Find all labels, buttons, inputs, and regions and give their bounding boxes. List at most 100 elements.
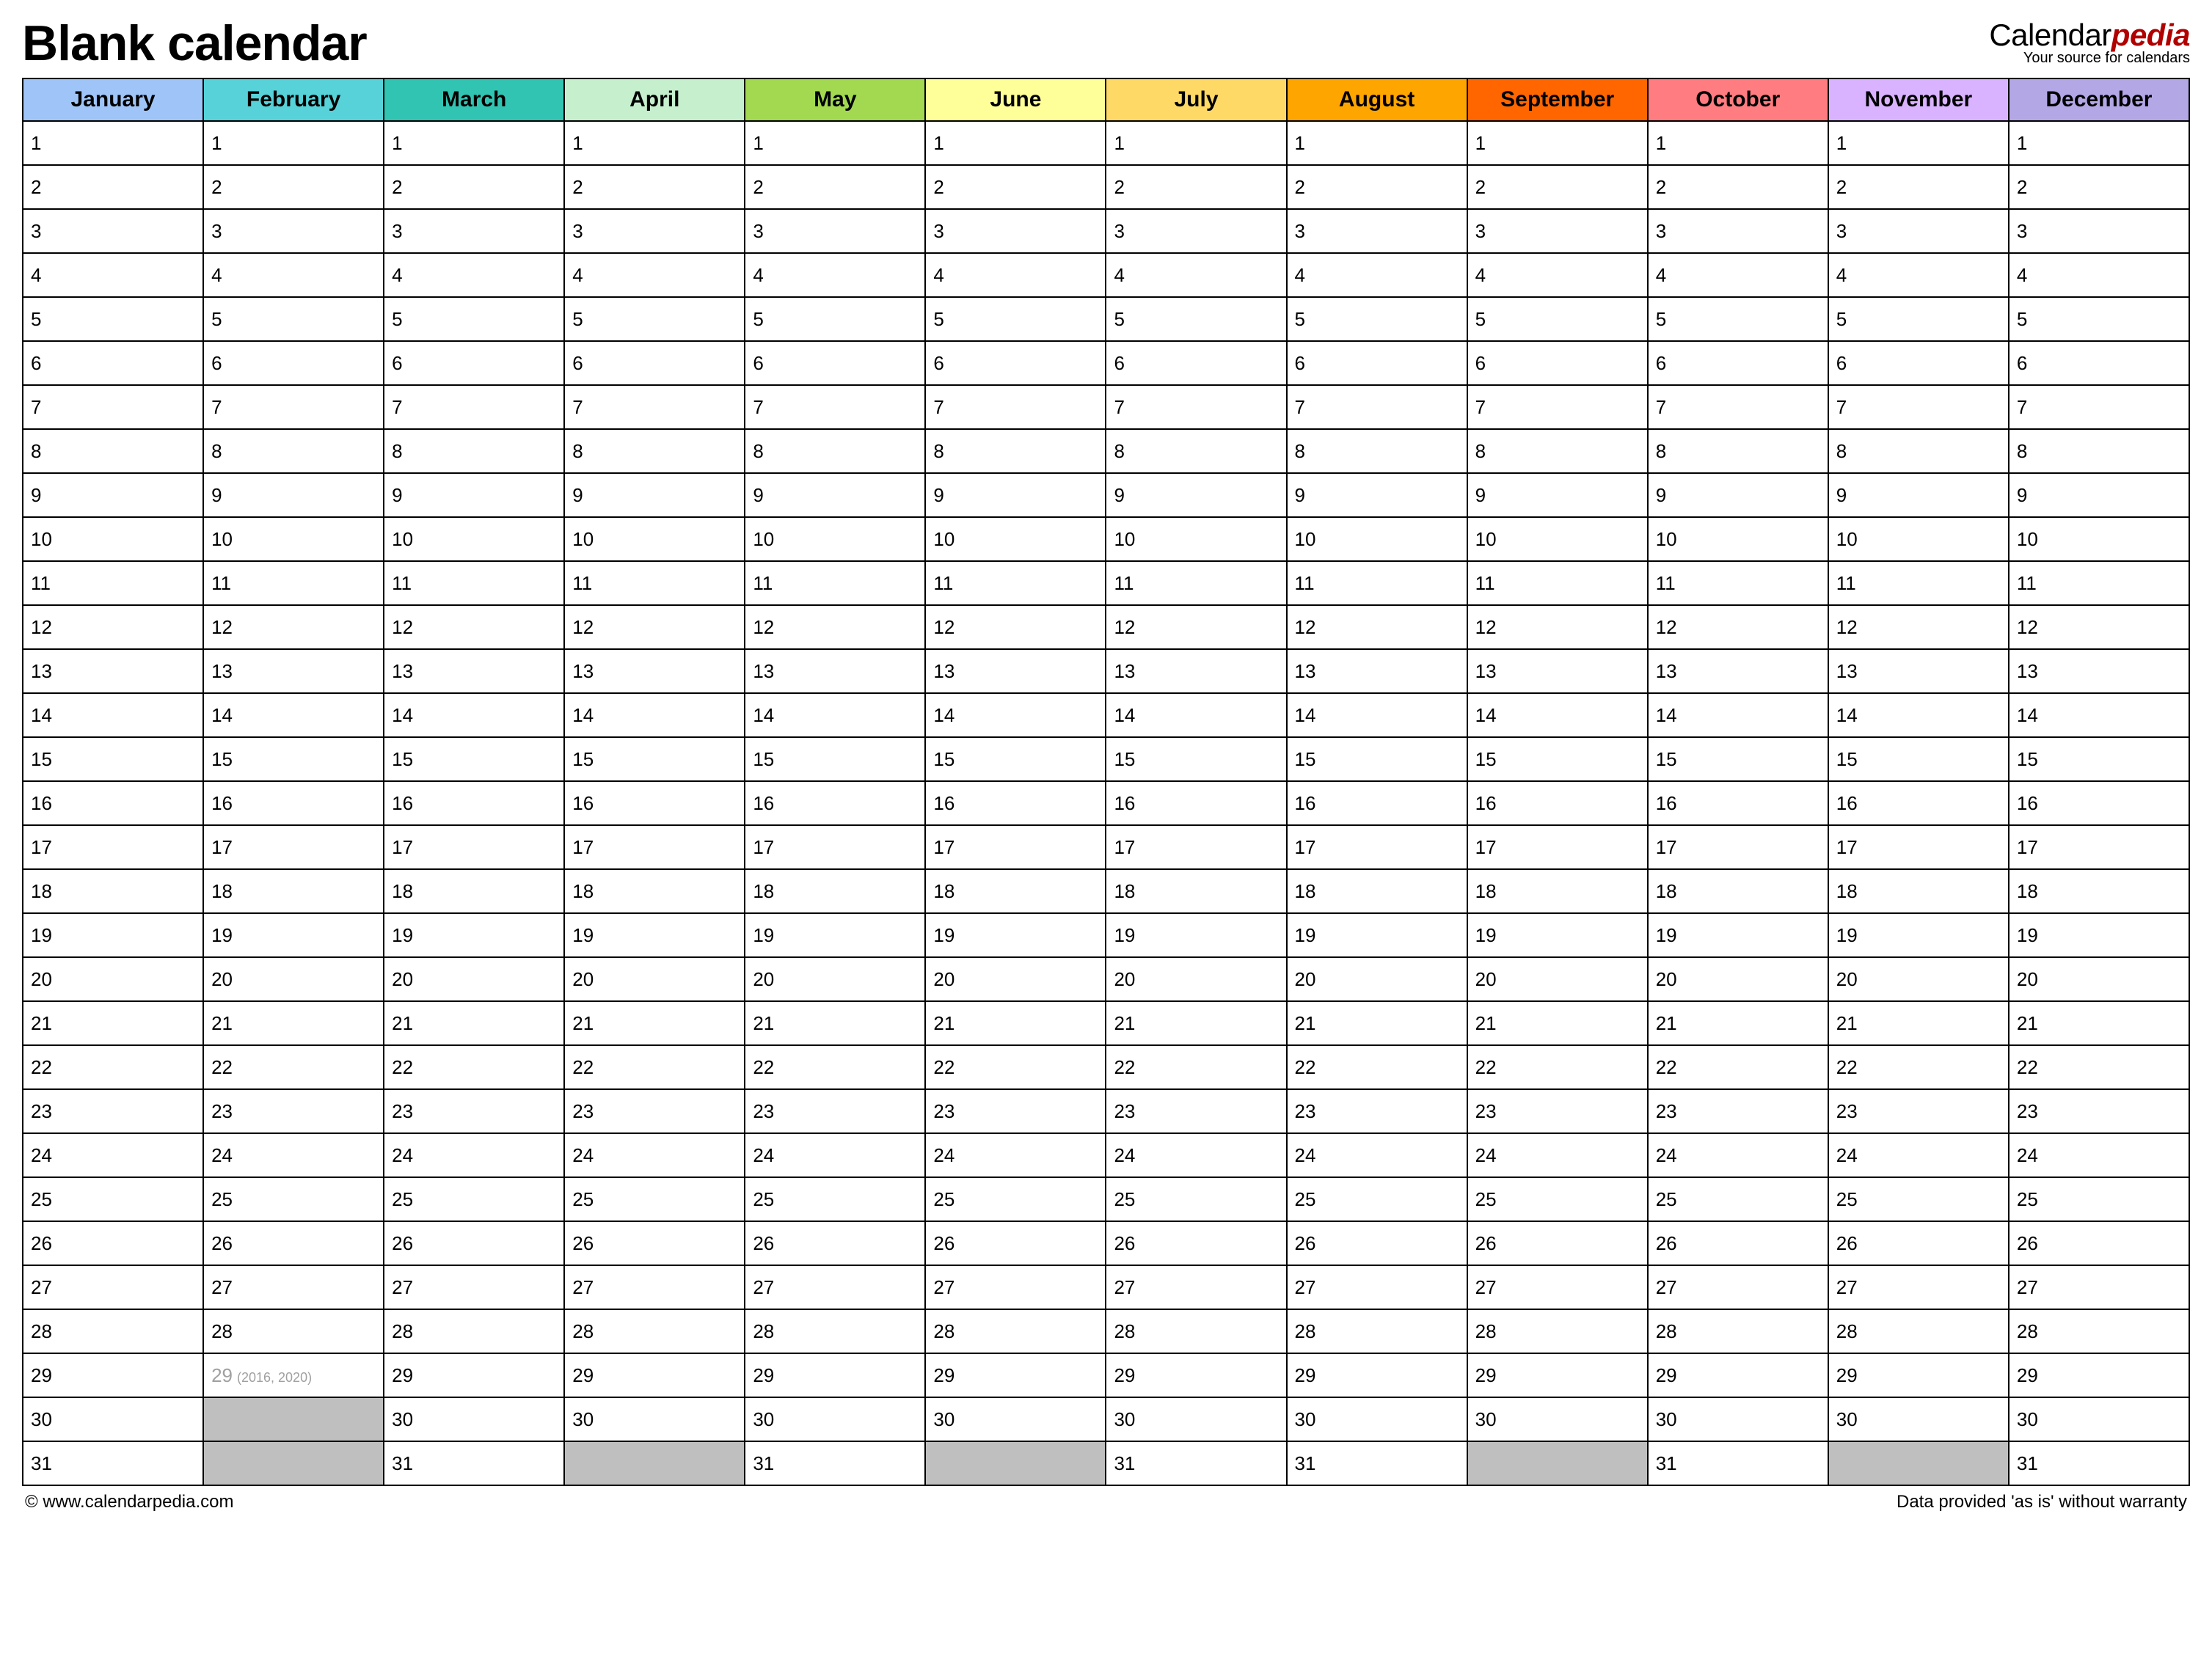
day-cell: 22 xyxy=(1648,1045,1828,1089)
day-cell: 28 xyxy=(564,1309,745,1353)
day-row: 999999999999 xyxy=(23,473,2189,517)
day-cell: 6 xyxy=(564,341,745,385)
day-cell: 19 xyxy=(564,913,745,957)
day-cell: 25 xyxy=(564,1177,745,1221)
day-row: 262626262626262626262626 xyxy=(23,1221,2189,1265)
day-cell: 31 xyxy=(384,1441,564,1485)
day-cell: 30 xyxy=(925,1397,1106,1441)
day-cell: 7 xyxy=(1106,385,1286,429)
day-cell: 7 xyxy=(1287,385,1467,429)
day-row: 121212121212121212121212 xyxy=(23,605,2189,649)
day-cell: 3 xyxy=(1648,209,1828,253)
day-row: 444444444444 xyxy=(23,253,2189,297)
day-cell: 16 xyxy=(564,781,745,825)
day-cell: 26 xyxy=(1467,1221,1648,1265)
day-cell: 3 xyxy=(925,209,1106,253)
day-cell: 1 xyxy=(1287,121,1467,165)
day-cell: 13 xyxy=(1828,649,2009,693)
day-cell: 29 xyxy=(1467,1353,1648,1397)
day-cell: 28 xyxy=(2009,1309,2189,1353)
day-cell: 7 xyxy=(925,385,1106,429)
day-cell: 5 xyxy=(23,297,203,341)
month-header: November xyxy=(1828,78,2009,121)
day-cell: 7 xyxy=(1467,385,1648,429)
day-cell: 7 xyxy=(1648,385,1828,429)
day-cell: 16 xyxy=(2009,781,2189,825)
day-cell: 14 xyxy=(2009,693,2189,737)
day-cell: 30 xyxy=(384,1397,564,1441)
day-cell: 25 xyxy=(1467,1177,1648,1221)
day-cell: 19 xyxy=(384,913,564,957)
day-row: 232323232323232323232323 xyxy=(23,1089,2189,1133)
day-cell: 23 xyxy=(1828,1089,2009,1133)
day-cell: 21 xyxy=(384,1001,564,1045)
day-cell: 3 xyxy=(1467,209,1648,253)
day-cell: 11 xyxy=(2009,561,2189,605)
day-cell: 15 xyxy=(1106,737,1286,781)
day-cell: 20 xyxy=(23,957,203,1001)
day-cell: 21 xyxy=(2009,1001,2189,1045)
day-cell: 26 xyxy=(564,1221,745,1265)
day-cell: 2 xyxy=(203,165,384,209)
day-cell: 9 xyxy=(384,473,564,517)
day-cell: 27 xyxy=(384,1265,564,1309)
day-cell: 12 xyxy=(2009,605,2189,649)
day-cell: 25 xyxy=(384,1177,564,1221)
day-cell: 1 xyxy=(2009,121,2189,165)
day-cell: 24 xyxy=(2009,1133,2189,1177)
day-cell: 29 xyxy=(1648,1353,1828,1397)
day-cell: 7 xyxy=(2009,385,2189,429)
day-cell: 9 xyxy=(23,473,203,517)
month-header: April xyxy=(564,78,745,121)
day-cell: 30 xyxy=(1287,1397,1467,1441)
day-cell: 27 xyxy=(1828,1265,2009,1309)
day-cell: 18 xyxy=(1648,869,1828,913)
day-cell: 11 xyxy=(1106,561,1286,605)
day-cell: 6 xyxy=(23,341,203,385)
day-cell: 1 xyxy=(745,121,925,165)
day-cell: 25 xyxy=(1106,1177,1286,1221)
day-cell: 16 xyxy=(1287,781,1467,825)
day-cell: 22 xyxy=(1106,1045,1286,1089)
day-cell: 17 xyxy=(745,825,925,869)
day-cell: 27 xyxy=(1106,1265,1286,1309)
day-cell: 5 xyxy=(1467,297,1648,341)
day-cell: 1 xyxy=(925,121,1106,165)
day-cell: 19 xyxy=(2009,913,2189,957)
day-cell: 12 xyxy=(203,605,384,649)
day-row: 555555555555 xyxy=(23,297,2189,341)
day-cell: 11 xyxy=(1287,561,1467,605)
day-cell: 8 xyxy=(23,429,203,473)
day-cell: 30 xyxy=(2009,1397,2189,1441)
day-cell: 28 xyxy=(203,1309,384,1353)
day-cell: 14 xyxy=(1648,693,1828,737)
day-cell: 23 xyxy=(203,1089,384,1133)
day-cell: 27 xyxy=(925,1265,1106,1309)
day-cell: 20 xyxy=(1467,957,1648,1001)
day-cell: 18 xyxy=(1828,869,2009,913)
day-cell: 30 xyxy=(1106,1397,1286,1441)
day-cell: 3 xyxy=(2009,209,2189,253)
day-cell: 13 xyxy=(1106,649,1286,693)
day-cell: 5 xyxy=(203,297,384,341)
day-cell: 17 xyxy=(1287,825,1467,869)
day-cell: 21 xyxy=(203,1001,384,1045)
day-cell: 11 xyxy=(23,561,203,605)
day-cell: 10 xyxy=(2009,517,2189,561)
day-cell: 24 xyxy=(1467,1133,1648,1177)
day-cell: 15 xyxy=(1828,737,2009,781)
day-row: 212121212121212121212121 xyxy=(23,1001,2189,1045)
day-cell: 31 xyxy=(1648,1441,1828,1485)
day-cell: 24 xyxy=(1648,1133,1828,1177)
day-cell: 5 xyxy=(2009,297,2189,341)
day-row: 131313131313131313131313 xyxy=(23,649,2189,693)
day-cell: 18 xyxy=(1467,869,1648,913)
day-cell: 14 xyxy=(564,693,745,737)
day-cell: 11 xyxy=(1828,561,2009,605)
day-row: 141414141414141414141414 xyxy=(23,693,2189,737)
day-cell: 1 xyxy=(203,121,384,165)
day-cell: 18 xyxy=(1287,869,1467,913)
day-cell: 3 xyxy=(1287,209,1467,253)
day-cell: 16 xyxy=(1106,781,1286,825)
day-cell: 19 xyxy=(925,913,1106,957)
